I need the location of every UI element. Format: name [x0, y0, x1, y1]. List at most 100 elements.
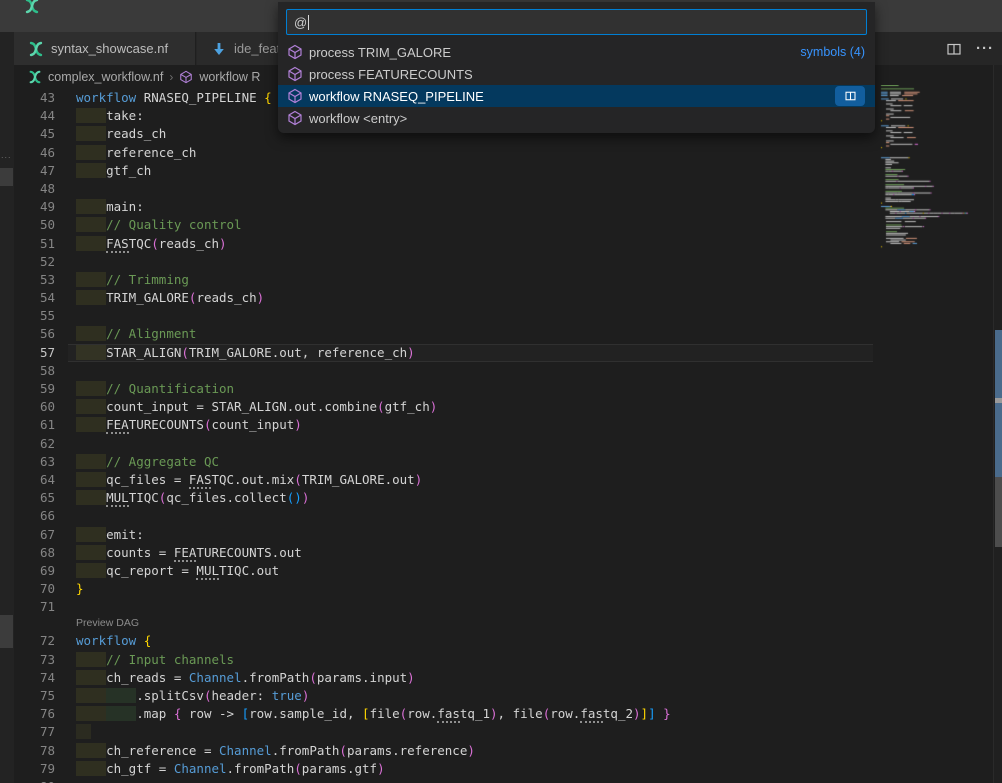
code-line[interactable]: 55 [14, 307, 873, 325]
code-line[interactable]: 76 .map { row -> [row.sample_id, [file(r… [14, 705, 873, 723]
codelens-preview-dag[interactable]: Preview DAG [14, 616, 873, 632]
code-text: take: [55, 107, 144, 125]
code-line[interactable]: 59 // Quantification [14, 380, 873, 398]
code-line[interactable]: 53 // Trimming [14, 271, 873, 289]
line-number: 44 [14, 107, 55, 125]
line-number: 45 [14, 125, 55, 143]
symbol-cube-icon [287, 88, 303, 104]
open-to-side-button[interactable] [835, 86, 865, 106]
line-number: 65 [14, 489, 55, 507]
split-editor-icon[interactable] [946, 41, 962, 57]
line-number: 68 [14, 544, 55, 562]
breadcrumb-symbol[interactable]: workflow R [199, 70, 260, 84]
line-number: 64 [14, 471, 55, 489]
code-line-current[interactable]: 57 STAR_ALIGN(TRIM_GALORE.out, reference… [14, 344, 873, 362]
code-line[interactable]: 69 qc_report = MULTIQC.out [14, 562, 873, 580]
line-number: 58 [14, 362, 55, 380]
text-cursor [308, 15, 309, 30]
quick-pick-item[interactable]: workflow <entry> [278, 107, 875, 129]
code-line[interactable]: 68 counts = FEATURECOUNTS.out [14, 544, 873, 562]
line-number: 43 [14, 89, 55, 107]
code-text: // Alignment [55, 325, 196, 343]
line-number: 66 [14, 507, 55, 525]
minimap[interactable] [878, 65, 993, 783]
code-line[interactable]: 54 TRIM_GALORE(reads_ch) [14, 289, 873, 307]
code-line[interactable]: 67 emit: [14, 526, 873, 544]
code-line[interactable]: 75 .splitCsv(header: true) [14, 687, 873, 705]
quick-pick-list: process TRIM_GALOREsymbols (4)process FE… [278, 41, 875, 129]
scrollbar-thumb[interactable] [995, 477, 1002, 547]
editor-actions: ··· [946, 32, 994, 65]
code-line[interactable]: 56 // Alignment [14, 325, 873, 343]
code-line[interactable]: 77 [14, 723, 873, 741]
quick-pick-item[interactable]: workflow RNASEQ_PIPELINE [278, 85, 875, 107]
line-number: 49 [14, 198, 55, 216]
code-line[interactable]: 78 ch_reference = Channel.fromPath(param… [14, 742, 873, 760]
line-number: 50 [14, 216, 55, 234]
tab-label: syntax_showcase.nf [51, 41, 168, 56]
scrollbar-thumb[interactable] [0, 615, 13, 648]
quick-pick-input[interactable]: @ [286, 9, 867, 35]
line-number: 55 [14, 307, 55, 325]
line-number: 63 [14, 453, 55, 471]
line-number: 51 [14, 235, 55, 253]
quick-pick-item[interactable]: process TRIM_GALOREsymbols (4) [278, 41, 875, 63]
code-line[interactable]: 51 FASTQC(reads_ch) [14, 235, 873, 253]
code-line[interactable]: 63 // Aggregate QC [14, 453, 873, 471]
code-text: .map { row -> [row.sample_id, [file(row.… [55, 705, 671, 723]
quick-pick-item-label: workflow RNASEQ_PIPELINE [309, 89, 829, 104]
code-line[interactable]: 73 // Input channels [14, 651, 873, 669]
code-text: MULTIQC(qc_files.collect()) [55, 489, 309, 507]
line-number: 79 [14, 760, 55, 778]
code-line[interactable]: 66 [14, 507, 873, 525]
tab-syntax-showcase[interactable]: syntax_showcase.nf [14, 32, 196, 65]
code-line[interactable]: 47 gtf_ch [14, 162, 873, 180]
code-line[interactable]: 60 count_input = STAR_ALIGN.out.combine(… [14, 398, 873, 416]
code-line[interactable]: 46 reference_ch [14, 144, 873, 162]
code-text: ch_reference = Channel.fromPath(params.r… [55, 742, 475, 760]
quick-pick-item-label: process TRIM_GALORE [309, 45, 794, 60]
code-text: // Input channels [55, 651, 234, 669]
code-line[interactable]: 74 ch_reads = Channel.fromPath(params.in… [14, 669, 873, 687]
code-line[interactable]: 48 [14, 180, 873, 198]
overview-ruler[interactable] [993, 65, 1002, 783]
line-number: 59 [14, 380, 55, 398]
split-editor-icon [844, 90, 857, 102]
code-line[interactable]: 58 [14, 362, 873, 380]
scrollbar-thumb[interactable] [0, 168, 13, 186]
code-text: main: [55, 198, 144, 216]
code-line[interactable]: 79 ch_gtf = Channel.fromPath(params.gtf) [14, 760, 873, 778]
code-line[interactable]: 71 [14, 598, 873, 616]
code-text: count_input = STAR_ALIGN.out.combine(gtf… [55, 398, 437, 416]
code-text: qc_report = MULTIQC.out [55, 562, 279, 580]
line-number: 54 [14, 289, 55, 307]
code-line[interactable]: 50 // Quality control [14, 216, 873, 234]
code-line[interactable]: 64 qc_files = FASTQC.out.mix(TRIM_GALORE… [14, 471, 873, 489]
code-text: qc_files = FASTQC.out.mix(TRIM_GALORE.ou… [55, 471, 422, 489]
nextflow-logo-icon [24, 0, 40, 14]
line-number: 73 [14, 651, 55, 669]
breadcrumb-file[interactable]: complex_workflow.nf [48, 70, 163, 84]
code-text [55, 778, 76, 783]
code-editor[interactable]: 43workflow RNASEQ_PIPELINE {44 take:45 r… [14, 89, 873, 783]
line-number: 61 [14, 416, 55, 434]
code-line[interactable]: 49 main: [14, 198, 873, 216]
quick-pick-item[interactable]: process FEATURECOUNTS [278, 63, 875, 85]
line-number: 75 [14, 687, 55, 705]
code-text: // Quality control [55, 216, 242, 234]
code-line[interactable]: 61 FEATURECOUNTS(count_input) [14, 416, 873, 434]
nextflow-logo-icon [28, 41, 44, 57]
line-number: 77 [14, 723, 55, 741]
quick-pick-item-label: workflow <entry> [309, 111, 865, 126]
code-text: // Trimming [55, 271, 189, 289]
code-line[interactable]: 70} [14, 580, 873, 598]
code-line[interactable]: 65 MULTIQC(qc_files.collect()) [14, 489, 873, 507]
code-line[interactable]: 72workflow { [14, 632, 873, 650]
code-line[interactable]: 80 [14, 778, 873, 783]
code-text: reference_ch [55, 144, 196, 162]
more-actions-icon[interactable]: ··· [976, 44, 994, 54]
code-line[interactable]: 52 [14, 253, 873, 271]
line-number: 53 [14, 271, 55, 289]
code-text: FASTQC(reads_ch) [55, 235, 227, 253]
code-line[interactable]: 62 [14, 435, 873, 453]
